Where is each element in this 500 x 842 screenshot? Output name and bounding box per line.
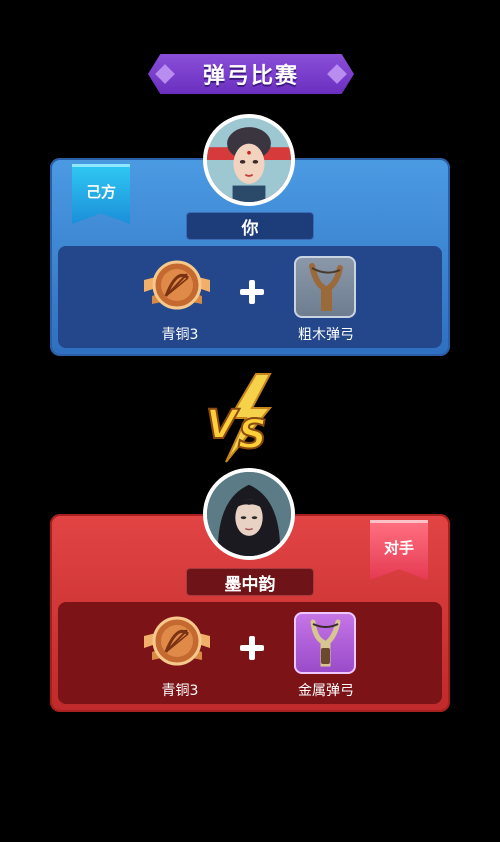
bow-medal-icon bbox=[144, 260, 210, 310]
own-player-name: 你 bbox=[241, 218, 259, 239]
metal-slingshot-icon bbox=[310, 619, 341, 667]
opponent-player-name: 墨中韵 bbox=[224, 574, 276, 595]
opponent-rank-label: 青铜3 bbox=[161, 683, 199, 699]
opponent-name-plate: 墨中韵 bbox=[186, 568, 314, 596]
opponent-avatar bbox=[203, 468, 295, 560]
opponent-portrait bbox=[207, 472, 291, 556]
page-title: 弹弓比赛 bbox=[202, 64, 299, 89]
svg-text:V: V bbox=[206, 402, 240, 448]
opponent-side-label: 对手 bbox=[383, 539, 414, 557]
vs-lightning-icon: V S bbox=[205, 373, 273, 463]
bow-medal-icon bbox=[144, 616, 210, 666]
own-item-label: 粗木弹弓 bbox=[298, 327, 354, 343]
own-avatar bbox=[203, 114, 295, 206]
own-rank-label: 青铜3 bbox=[161, 327, 199, 343]
opponent-item-label: 金属弹弓 bbox=[298, 683, 354, 699]
diamond-left-icon bbox=[155, 64, 175, 84]
own-loadout: 青铜3 粗木弹弓 bbox=[58, 246, 442, 348]
svg-text:S: S bbox=[238, 412, 267, 458]
opponent-loadout: 青铜3 金属弹弓 bbox=[58, 602, 442, 704]
own-portrait bbox=[207, 118, 291, 202]
opponent-item-box bbox=[294, 612, 356, 674]
opponent-side-tag: 对手 bbox=[370, 520, 428, 580]
plus-icon bbox=[240, 280, 264, 304]
own-item-box bbox=[294, 256, 356, 318]
own-side-tag: 己方 bbox=[72, 164, 130, 224]
own-name-plate: 你 bbox=[186, 212, 314, 240]
title-banner: 弹弓比赛 bbox=[148, 54, 354, 94]
plus-icon bbox=[240, 636, 264, 660]
diamond-right-icon bbox=[327, 64, 347, 84]
wood-slingshot-icon bbox=[309, 263, 343, 311]
own-side-label: 己方 bbox=[85, 183, 116, 201]
